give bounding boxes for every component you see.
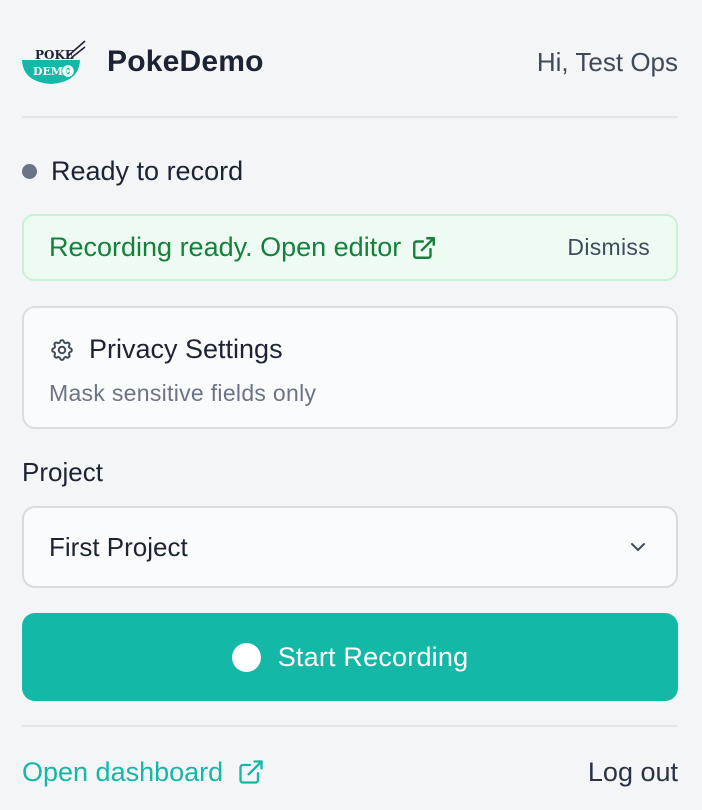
start-recording-button[interactable]: Start Recording (22, 613, 678, 701)
recording-ready-alert: Recording ready. Open editor Dismiss (22, 214, 678, 281)
dismiss-button[interactable]: Dismiss (567, 234, 650, 261)
privacy-settings-card[interactable]: Privacy Settings Mask sensitive fields o… (22, 306, 678, 429)
project-label: Project (22, 457, 103, 487)
header: POKE DEMO PokeDemo Hi, Test Ops (22, 30, 678, 94)
gear-icon (51, 338, 73, 361)
pokedemo-logo: POKE DEMO (22, 30, 88, 94)
logo-text-top: POKE (35, 48, 74, 62)
project-select-value: First Project (49, 531, 188, 562)
privacy-settings-title: Privacy Settings (89, 334, 283, 364)
alert-message: Recording ready. Open editor (49, 232, 402, 262)
open-dashboard-link[interactable]: Open dashboard (22, 757, 265, 788)
privacy-settings-subtitle: Mask sensitive fields only (49, 380, 317, 406)
user-greeting: Hi, Test Ops (536, 46, 678, 77)
record-dot-icon (231, 642, 261, 672)
start-recording-label: Start Recording (277, 641, 469, 672)
status-dot-icon (22, 163, 37, 179)
header-divider (22, 116, 678, 118)
open-dashboard-label: Open dashboard (22, 756, 224, 787)
open-editor-link[interactable]: Recording ready. Open editor (49, 232, 437, 263)
footer: Open dashboard Log out (22, 752, 678, 792)
logout-button[interactable]: Log out (588, 757, 678, 788)
recording-status: Ready to record (22, 154, 243, 188)
external-link-icon (413, 236, 436, 259)
status-text: Ready to record (51, 155, 244, 186)
project-select[interactable]: First Project (22, 506, 678, 588)
brand-name: PokeDemo (107, 45, 264, 78)
chevron-down-icon (631, 543, 645, 551)
footer-divider (22, 725, 678, 727)
external-link-icon (239, 760, 263, 784)
extension-popup: POKE DEMO PokeDemo Hi, Test Ops Ready to… (0, 0, 702, 810)
privacy-title-row: Privacy Settings (49, 334, 651, 365)
